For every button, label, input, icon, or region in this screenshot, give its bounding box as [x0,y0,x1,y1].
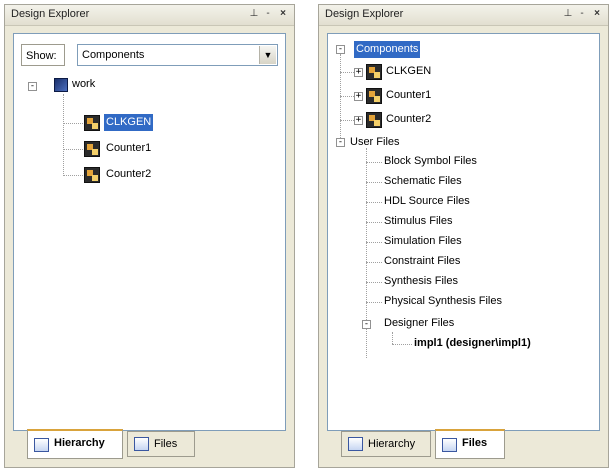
tree-node-clkgen[interactable]: CLKGEN [104,114,154,131]
tree-connector [366,182,382,183]
tree-connector [340,72,354,73]
tree-node-simulation-files[interactable]: Simulation Files [382,233,464,250]
design-explorer-panel-files: Design Explorer ⊥ - × - Components + CLK… [318,4,609,468]
collapse-toggle[interactable]: - [28,82,37,91]
tree-node-physical-synthesis-files[interactable]: Physical Synthesis Files [382,293,504,310]
tab-label: Hierarchy [368,438,416,450]
tree-node-user-files[interactable]: User Files [348,134,402,151]
tree-node-counter1[interactable]: Counter1 [384,87,433,104]
tab-files[interactable]: Files [127,431,195,457]
component-icon [84,167,100,183]
component-icon [366,64,382,80]
tree-connector [366,222,382,223]
collapse-toggle[interactable]: - [362,320,371,329]
tree-connector [63,94,64,176]
library-icon [54,78,68,92]
expand-toggle[interactable]: + [354,116,363,125]
hierarchy-view: Show: Components ▼ - work CLKGEN Counter… [13,33,286,431]
tree-connector [392,332,393,344]
show-select-value: Components [82,49,145,61]
tree-node-constraint-files[interactable]: Constraint Files [382,253,462,270]
minimize-icon[interactable]: - [262,8,274,20]
tree-connector [392,344,412,345]
tree-connector [63,149,83,150]
component-icon [84,141,100,157]
tree-node-stimulus-files[interactable]: Stimulus Files [382,213,454,230]
hierarchy-icon [34,438,49,452]
collapse-toggle[interactable]: - [336,45,345,54]
tree-connector [366,262,382,263]
tree-connector [340,96,354,97]
panel-titlebar[interactable]: Design Explorer ⊥ - × [319,5,608,26]
tree-node-counter2[interactable]: Counter2 [384,111,433,128]
tree-connector [366,242,382,243]
pin-icon[interactable]: ⊥ [248,8,260,20]
pin-icon[interactable]: ⊥ [562,8,574,20]
collapse-toggle[interactable]: - [336,138,345,147]
panel-titlebar[interactable]: Design Explorer ⊥ - × [5,5,294,26]
tab-label: Files [462,437,488,449]
design-explorer-panel-hierarchy: Design Explorer ⊥ - × Show: Components ▼… [4,4,295,468]
files-icon [442,438,457,452]
tree-connector [366,162,382,163]
show-label: Show: [21,44,65,66]
tab-hierarchy[interactable]: Hierarchy [27,429,123,459]
tree-node-work[interactable]: work [70,76,97,93]
tree-node-impl1[interactable]: impl1 (designer\impl1) [412,335,533,352]
files-icon [134,437,149,451]
expand-toggle[interactable]: + [354,92,363,101]
tab-label: Files [154,438,178,450]
tree-node-synthesis-files[interactable]: Synthesis Files [382,273,460,290]
close-icon[interactable]: × [277,8,289,20]
tree-node-schematic-files[interactable]: Schematic Files [382,173,464,190]
panel-title: Design Explorer [325,8,404,20]
tree-node-designer-files[interactable]: Designer Files [382,315,456,332]
component-icon [366,112,382,128]
tree-node-clkgen[interactable]: CLKGEN [384,63,433,80]
tree-connector [366,202,382,203]
component-icon [366,88,382,104]
tab-bar: Hierarchy Files [327,429,600,461]
tree-node-hdl-source-files[interactable]: HDL Source Files [382,193,472,210]
show-row: Show: Components ▼ [21,44,278,66]
tree-connector [63,123,83,124]
tree-node-counter1[interactable]: Counter1 [104,140,153,157]
tree-connector [366,302,382,303]
tree-connector [63,175,83,176]
tree-connector [340,120,354,121]
chevron-down-icon[interactable]: ▼ [259,46,276,64]
tree-node-block-symbol-files[interactable]: Block Symbol Files [382,153,479,170]
tree-connector [366,282,382,283]
tab-hierarchy[interactable]: Hierarchy [341,431,431,457]
tree-node-components[interactable]: Components [354,41,421,58]
minimize-icon[interactable]: - [576,8,588,20]
files-view: - Components + CLKGEN + Counter1 + Count… [327,33,600,431]
tree-connector [340,54,341,140]
close-icon[interactable]: × [591,8,603,20]
panel-title: Design Explorer [11,8,90,20]
expand-toggle[interactable]: + [354,68,363,77]
tab-label: Hierarchy [54,437,105,449]
component-icon [84,115,100,131]
hierarchy-icon [348,437,363,451]
tab-files[interactable]: Files [435,429,505,459]
tree-node-counter2[interactable]: Counter2 [104,166,153,183]
show-select[interactable]: Components ▼ [77,44,278,66]
tab-bar: Hierarchy Files [13,429,286,461]
